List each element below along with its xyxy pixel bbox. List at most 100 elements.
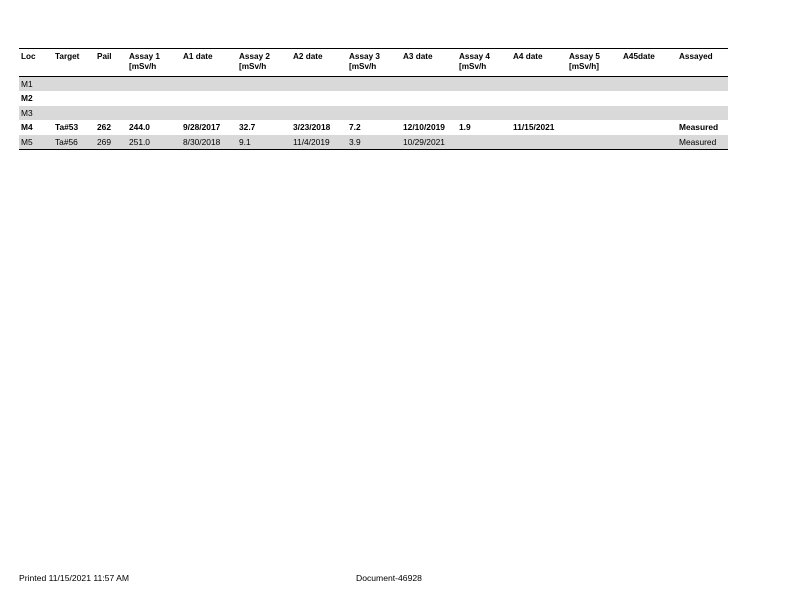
document-page: Loc Target Pail Assay 1 [mSv/h A1 date Ass… bbox=[0, 0, 792, 612]
cell-assay5 bbox=[567, 120, 621, 135]
cell-a2_date bbox=[291, 105, 347, 120]
cell-a4_date: 11/15/2021 bbox=[511, 120, 567, 135]
table-row[interactable]: M4 Ta#53 262 244.0 9/28/2017 32.7 3/23/2018 7.2… bbox=[19, 120, 728, 135]
table-row[interactable]: M3 bbox=[19, 105, 728, 120]
column-header-assay5: Assay 5 [mSv/h] bbox=[567, 48, 621, 77]
column-header-pail: Pail bbox=[95, 48, 127, 77]
cell-a1_date: 9/28/2017 bbox=[181, 120, 237, 135]
cell-assay4 bbox=[457, 105, 511, 120]
column-header-label: Assay 3 bbox=[349, 52, 380, 61]
cell-a45_date bbox=[621, 120, 677, 135]
column-header-label: Assay 4 bbox=[459, 52, 490, 61]
column-header-label: A3 date bbox=[403, 52, 433, 61]
cell-pail: 269 bbox=[95, 134, 127, 150]
column-header-loc: Loc bbox=[19, 48, 53, 77]
cell-assayed bbox=[677, 91, 728, 106]
cell-assay1: 244.0 bbox=[127, 120, 181, 135]
cell-assayed: Measured bbox=[677, 134, 728, 150]
column-header-a1_date: A1 date bbox=[181, 48, 237, 77]
cell-loc: M1 bbox=[19, 76, 53, 91]
cell-target bbox=[53, 76, 95, 91]
cell-assay1: 251.0 bbox=[127, 134, 181, 150]
column-header-a45_date: A45date bbox=[621, 48, 677, 77]
cell-assay2 bbox=[237, 105, 291, 120]
column-header-a2_date: A2 date bbox=[291, 48, 347, 77]
cell-a3_date bbox=[401, 76, 457, 91]
column-header-label: Assayed bbox=[679, 52, 713, 61]
column-header-unit: [mSv/h bbox=[459, 62, 487, 72]
cell-assay1 bbox=[127, 105, 181, 120]
cell-assay4 bbox=[457, 76, 511, 91]
column-header-unit: [mSv/h bbox=[239, 62, 267, 72]
column-header-unit: [mSv/h] bbox=[569, 62, 600, 72]
column-header-a3_date: A3 date bbox=[401, 48, 457, 77]
cell-target: Ta#56 bbox=[53, 134, 95, 150]
cell-assay2: 32.7 bbox=[237, 120, 291, 135]
cell-a3_date: 12/10/2019 bbox=[401, 120, 457, 135]
cell-assay2 bbox=[237, 91, 291, 106]
cell-a3_date: 10/29/2021 bbox=[401, 134, 457, 150]
column-header-assay3: Assay 3 [mSv/h bbox=[347, 48, 401, 77]
cell-a45_date bbox=[621, 105, 677, 120]
table-row[interactable]: M1 bbox=[19, 76, 728, 91]
page-footer: Printed 11/15/2021 11:57 AM Document-469… bbox=[0, 573, 792, 593]
column-header-label: A4 date bbox=[513, 52, 543, 61]
column-header-a4_date: A4 date bbox=[511, 48, 567, 77]
column-header-label: Pail bbox=[97, 52, 112, 61]
cell-assayed: Measured bbox=[677, 120, 728, 135]
cell-a3_date bbox=[401, 105, 457, 120]
cell-assay5 bbox=[567, 105, 621, 120]
cell-loc: M2 bbox=[19, 91, 53, 106]
cell-assay4 bbox=[457, 134, 511, 150]
column-header-assayed: Assayed bbox=[677, 48, 728, 77]
assay-table-header: Loc Target Pail Assay 1 [mSv/h A1 date Ass… bbox=[19, 48, 728, 77]
cell-assay5 bbox=[567, 134, 621, 150]
cell-assay1 bbox=[127, 91, 181, 106]
cell-assayed bbox=[677, 105, 728, 120]
column-header-label: Loc bbox=[21, 52, 36, 61]
cell-pail bbox=[95, 91, 127, 106]
cell-target bbox=[53, 91, 95, 106]
column-header-label: Target bbox=[55, 52, 80, 61]
column-header-label: A45date bbox=[623, 52, 655, 61]
cell-assayed bbox=[677, 76, 728, 91]
cell-a3_date bbox=[401, 91, 457, 106]
cell-a1_date: 8/30/2018 bbox=[181, 134, 237, 150]
table-row[interactable]: M2 bbox=[19, 91, 728, 106]
cell-a1_date bbox=[181, 76, 237, 91]
cell-a4_date bbox=[511, 105, 567, 120]
cell-assay2 bbox=[237, 76, 291, 91]
cell-assay4: 1.9 bbox=[457, 120, 511, 135]
cell-a4_date bbox=[511, 91, 567, 106]
assay-table-body: M1 M2 M3 M4 Ta#53 262 244.0 9/28/2017 32.7 3/23/2… bbox=[19, 76, 728, 150]
cell-a4_date bbox=[511, 134, 567, 150]
column-header-assay4: Assay 4 [mSv/h bbox=[457, 48, 511, 77]
column-header-label: A2 date bbox=[293, 52, 323, 61]
cell-a45_date bbox=[621, 134, 677, 150]
column-header-label: Assay 1 bbox=[129, 52, 160, 61]
footer-document-id: Document-46928 bbox=[356, 573, 422, 583]
cell-target bbox=[53, 105, 95, 120]
cell-assay3 bbox=[347, 76, 401, 91]
header-row: Loc Target Pail Assay 1 [mSv/h A1 date Ass… bbox=[19, 48, 728, 77]
cell-a1_date bbox=[181, 105, 237, 120]
table-row[interactable]: M5 Ta#56 269 251.0 8/30/2018 9.1 11/4/2019 3.9 1… bbox=[19, 134, 728, 150]
cell-a2_date bbox=[291, 91, 347, 106]
cell-assay3 bbox=[347, 105, 401, 120]
cell-a1_date bbox=[181, 91, 237, 106]
cell-assay3 bbox=[347, 91, 401, 106]
cell-assay2: 9.1 bbox=[237, 134, 291, 150]
assay-table-container: Loc Target Pail Assay 1 [mSv/h A1 date Ass… bbox=[19, 48, 728, 150]
column-header-assay1: Assay 1 [mSv/h bbox=[127, 48, 181, 77]
cell-assay4 bbox=[457, 91, 511, 106]
cell-loc: M4 bbox=[19, 120, 53, 135]
cell-pail bbox=[95, 76, 127, 91]
column-header-label: Assay 2 bbox=[239, 52, 270, 61]
column-header-assay2: Assay 2 [mSv/h bbox=[237, 48, 291, 77]
assay-table: Loc Target Pail Assay 1 [mSv/h A1 date Ass… bbox=[19, 48, 728, 150]
cell-assay3: 3.9 bbox=[347, 134, 401, 150]
column-header-target: Target bbox=[53, 48, 95, 77]
cell-a45_date bbox=[621, 76, 677, 91]
cell-a2_date: 11/4/2019 bbox=[291, 134, 347, 150]
cell-assay5 bbox=[567, 76, 621, 91]
